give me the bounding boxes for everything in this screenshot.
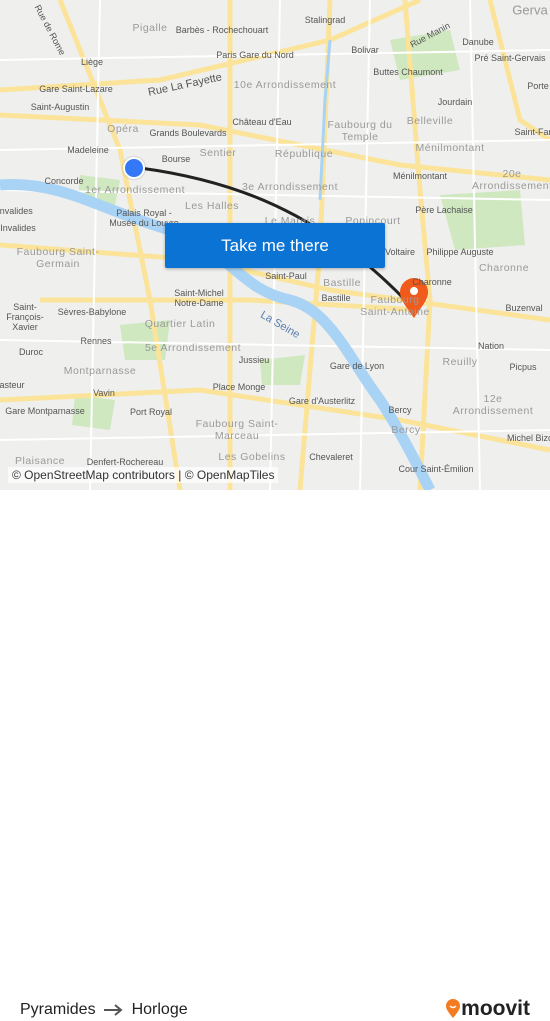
map-label: 12e Arrondissement xyxy=(452,393,534,417)
map-label: Saint-Paul xyxy=(265,271,307,281)
map-label: Grands Boulevards xyxy=(149,128,227,138)
map-attribution[interactable]: © OpenStreetMap contributors | © OpenMap… xyxy=(8,467,279,483)
map-label: Madeleine xyxy=(67,145,109,155)
brand-name: moovit xyxy=(461,997,530,1020)
map-label: Invalides xyxy=(0,206,33,216)
map-label: Faubourg Saint-Germain xyxy=(16,246,100,270)
moovit-logo: moovit xyxy=(445,997,530,1021)
route-summary: Pyramides Horloge xyxy=(20,1001,188,1019)
map-label: Gare Montparnasse xyxy=(5,406,85,416)
map-label: Stalingrad xyxy=(304,15,346,25)
map-label: Ménilmontant xyxy=(415,142,485,154)
map-label: Concorde xyxy=(44,176,84,186)
map-label: Belleville xyxy=(406,115,454,127)
destination-name: Horloge xyxy=(131,1001,188,1018)
map-label: Opéra xyxy=(107,123,139,135)
map-label: asteur xyxy=(0,380,25,390)
map-label: 5e Arrondissement xyxy=(144,342,242,354)
map-label: Sèvres-Babylone xyxy=(57,307,127,317)
map[interactable]: Rue de Rome Pigalle Barbès - Rochechouar… xyxy=(0,0,550,490)
map-label: Faubourg Saint-Marceau xyxy=(195,418,279,442)
map-label: Nation xyxy=(477,341,505,351)
take-me-there-button[interactable]: Take me there xyxy=(165,223,385,268)
map-label: Paris Gare du Nord xyxy=(216,50,294,60)
map-label: Porte xyxy=(527,81,549,91)
map-label: Sentier xyxy=(199,147,237,159)
map-label: Gare d'Austerlitz xyxy=(288,396,356,406)
map-label: 3e Arrondissement xyxy=(241,181,339,193)
map-label: Invalides xyxy=(0,223,36,233)
map-label: 1er Arrondissement xyxy=(84,184,186,196)
map-label: Les Gobelins xyxy=(218,451,286,463)
map-label: Bourse xyxy=(161,154,191,164)
map-label: Saint-Far xyxy=(514,127,550,137)
map-label: Quartier Latin xyxy=(144,318,216,330)
map-label: Rennes xyxy=(80,336,112,346)
map-label: Reuilly xyxy=(442,356,478,368)
map-label: Faubourg du Temple xyxy=(327,119,393,143)
map-label: Saint-François-Xavier xyxy=(6,302,44,332)
map-label: Bolivar xyxy=(351,45,379,55)
map-label: Place Monge xyxy=(212,382,266,392)
map-label: Bercy xyxy=(391,424,421,436)
map-label: Danube xyxy=(462,37,494,47)
map-label: Gare de Lyon xyxy=(329,361,385,371)
map-label: Picpus xyxy=(509,362,537,372)
map-label: Cour Saint-Émilion xyxy=(398,464,474,474)
map-label: Bercy xyxy=(388,405,412,415)
map-label: Vavin xyxy=(93,388,115,398)
map-label: Montparnasse xyxy=(63,365,137,377)
map-label: Duroc xyxy=(18,347,44,357)
origin-marker xyxy=(123,157,145,179)
map-label: Port Royal xyxy=(129,407,173,417)
map-label: 10e Arrondissement xyxy=(233,79,337,91)
map-label: Plaisance xyxy=(14,455,66,467)
map-label: Buttes Chaumont xyxy=(373,67,443,77)
footer: Pyramides Horloge moovit xyxy=(0,490,550,1020)
map-label: Ménilmontant xyxy=(392,171,448,181)
map-label: Charonne xyxy=(478,262,530,274)
map-label: Saint-Michel Notre-Dame xyxy=(174,288,224,308)
map-label: Gare Saint-Lazare xyxy=(39,84,113,94)
map-label: Denfert-Rochereau xyxy=(86,457,164,467)
map-label: Bastille xyxy=(321,293,351,303)
map-label: Bastille xyxy=(323,277,361,289)
map-label: République xyxy=(274,148,334,160)
map-label: 20e Arrondissement xyxy=(472,168,550,192)
map-label: Liège xyxy=(80,57,104,67)
map-label: Les Halles xyxy=(184,200,240,212)
map-label: Château d'Eau xyxy=(232,117,292,127)
map-label: Charonne xyxy=(412,277,452,287)
map-label: Buzenval xyxy=(505,303,543,313)
map-label: Faubourg Saint-Antoine xyxy=(360,294,430,318)
map-label: Philippe Auguste xyxy=(426,247,494,257)
map-label: Père Lachaise xyxy=(415,205,473,215)
map-label: Barbès - Rochechouart xyxy=(175,25,269,35)
arrow-right-icon xyxy=(103,1004,123,1016)
map-label: Jussieu xyxy=(238,355,270,365)
map-label: Saint-Augustin xyxy=(30,102,90,112)
moovit-pin-icon xyxy=(446,999,461,1018)
map-label: Pigalle xyxy=(132,22,168,34)
map-label: Pré Saint-Gervais xyxy=(474,53,546,63)
map-label: Gerva xyxy=(512,2,548,18)
map-label: Jourdain xyxy=(437,97,473,107)
origin-name: Pyramides xyxy=(20,1001,96,1018)
map-label: Chevaleret xyxy=(309,452,353,462)
map-label: Michel Bizo xyxy=(506,433,550,443)
map-label: Voltaire xyxy=(384,247,416,257)
